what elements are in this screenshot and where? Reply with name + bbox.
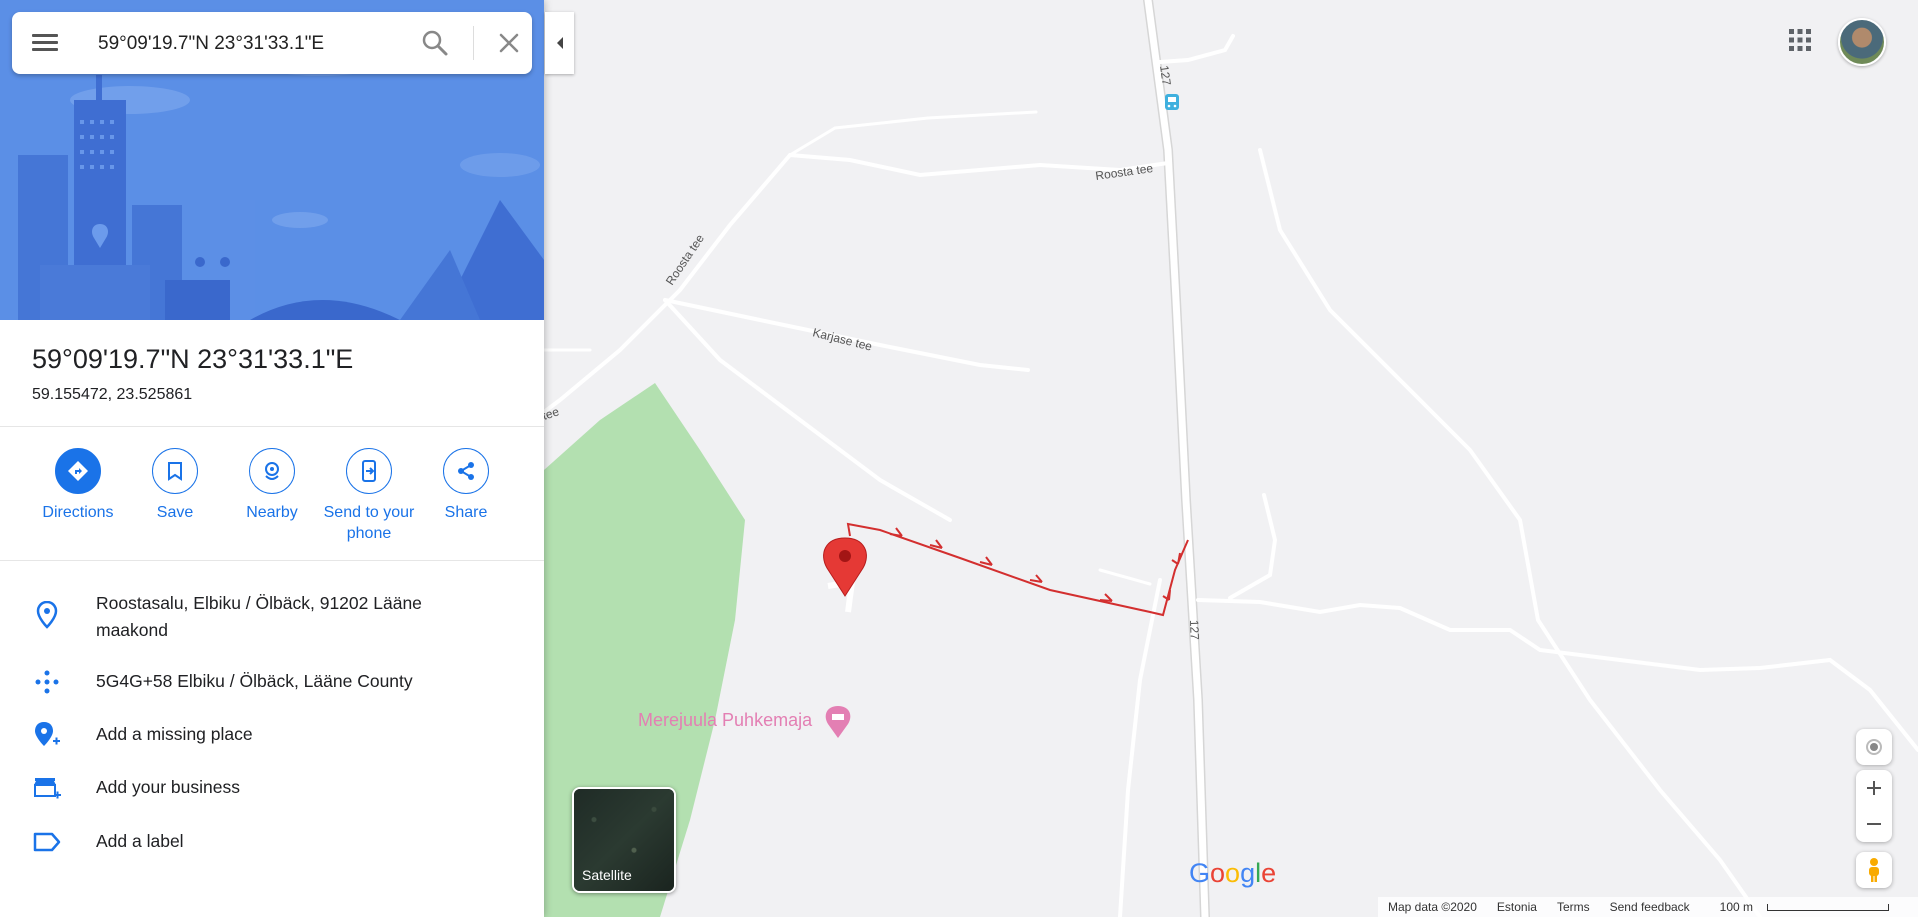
side-panel: 59°09'19.7"N 23°31'33.1"E 59.155472, 23.…	[0, 0, 544, 917]
close-icon	[499, 33, 519, 53]
hamburger-line	[32, 34, 58, 37]
map-data-attribution: Map data ©2020	[1388, 900, 1477, 914]
add-business-text: Add your business	[96, 777, 240, 797]
bus-stop-icon[interactable]	[1165, 94, 1179, 110]
add-missing-place-text: Add a missing place	[96, 724, 253, 744]
directions-label: Directions	[42, 504, 114, 521]
zoom-in-button[interactable]	[1856, 770, 1892, 806]
terms-link[interactable]: Terms	[1547, 900, 1600, 914]
save-button[interactable]: Save	[120, 448, 230, 523]
apps-grid-icon	[1789, 29, 1811, 51]
collapse-panel-button[interactable]	[545, 12, 574, 74]
road-label-127-bottom: 127	[1187, 620, 1202, 641]
country-link[interactable]: Estonia	[1487, 900, 1547, 914]
nearby-icon	[249, 448, 295, 494]
divider	[0, 560, 544, 561]
divider	[0, 426, 544, 427]
poi-label: Merejuula Puhkemaja	[638, 710, 813, 730]
address-text: Roostasalu, Elbiku / Ölbäck, 91202 Lääne…	[96, 593, 422, 640]
zoom-out-button[interactable]	[1856, 806, 1892, 842]
scale-label: 100 m	[1719, 900, 1754, 914]
menu-button[interactable]	[32, 30, 58, 56]
map-land	[544, 0, 1918, 917]
road-label-127-top: 127	[1157, 64, 1174, 86]
google-logo: Google	[1189, 858, 1277, 888]
plus-code-text: 5G4G+58 Elbiku / Ölbäck, Lääne County	[96, 671, 413, 691]
street-view-pegman-button[interactable]	[1856, 852, 1892, 888]
location-pin-icon	[30, 598, 64, 632]
search-input[interactable]	[96, 26, 400, 62]
pegman-icon	[1869, 858, 1879, 882]
send-to-phone-label: Send to your phone	[323, 504, 415, 542]
plus-code-icon	[30, 665, 64, 699]
map-footer: Map data ©2020 Estonia Terms Send feedba…	[1378, 897, 1918, 917]
add-business-icon	[30, 771, 64, 805]
send-to-phone-button[interactable]: Send to your phone	[314, 448, 424, 544]
minus-icon	[1867, 823, 1881, 825]
place-coordinates: 59.155472, 23.525861	[32, 386, 193, 403]
add-label-text: Add a label	[96, 831, 184, 851]
hamburger-line	[32, 41, 58, 44]
nearby-label: Nearby	[246, 504, 298, 521]
address-row[interactable]: Roostasalu, Elbiku / Ölbäck, 91202 Lääne…	[0, 590, 544, 648]
account-avatar[interactable]	[1838, 18, 1886, 66]
search-divider	[473, 26, 474, 60]
caret-left-icon	[556, 37, 563, 49]
place-title: 59°09'19.7"N 23°31'33.1"E	[32, 344, 354, 374]
scale-bar	[1767, 904, 1890, 912]
send-to-phone-icon	[346, 448, 392, 494]
add-business-row[interactable]: Add your business	[0, 774, 544, 806]
nearby-button[interactable]: Nearby	[217, 448, 327, 523]
satellite-toggle[interactable]: Satellite	[572, 787, 676, 893]
clear-search-button[interactable]	[494, 28, 524, 58]
plus-icon	[1867, 781, 1881, 795]
search-box	[12, 12, 532, 74]
label-icon	[30, 825, 64, 859]
directions-icon	[55, 448, 101, 494]
search-icon	[422, 30, 448, 56]
plus-code-row[interactable]: 5G4G+58 Elbiku / Ölbäck, Lääne County	[0, 668, 544, 700]
zoom-controls	[1856, 770, 1892, 842]
directions-button[interactable]: Directions	[23, 448, 133, 523]
search-button[interactable]	[420, 28, 450, 58]
share-button[interactable]: Share	[411, 448, 521, 523]
hamburger-line	[32, 48, 58, 51]
my-location-button[interactable]	[1856, 729, 1892, 765]
send-feedback-link[interactable]: Send feedback	[1600, 900, 1700, 914]
add-missing-place-row[interactable]: Add a missing place	[0, 721, 544, 753]
satellite-label: Satellite	[582, 867, 632, 883]
my-location-icon	[1866, 739, 1882, 755]
share-label: Share	[444, 504, 488, 521]
share-icon	[443, 448, 489, 494]
bookmark-icon	[152, 448, 198, 494]
save-label: Save	[156, 504, 194, 521]
add-label-row[interactable]: Add a label	[0, 828, 544, 860]
scale-indicator[interactable]: 100 m	[1700, 900, 1899, 914]
google-apps-button[interactable]	[1786, 26, 1814, 54]
add-place-icon	[30, 718, 64, 752]
